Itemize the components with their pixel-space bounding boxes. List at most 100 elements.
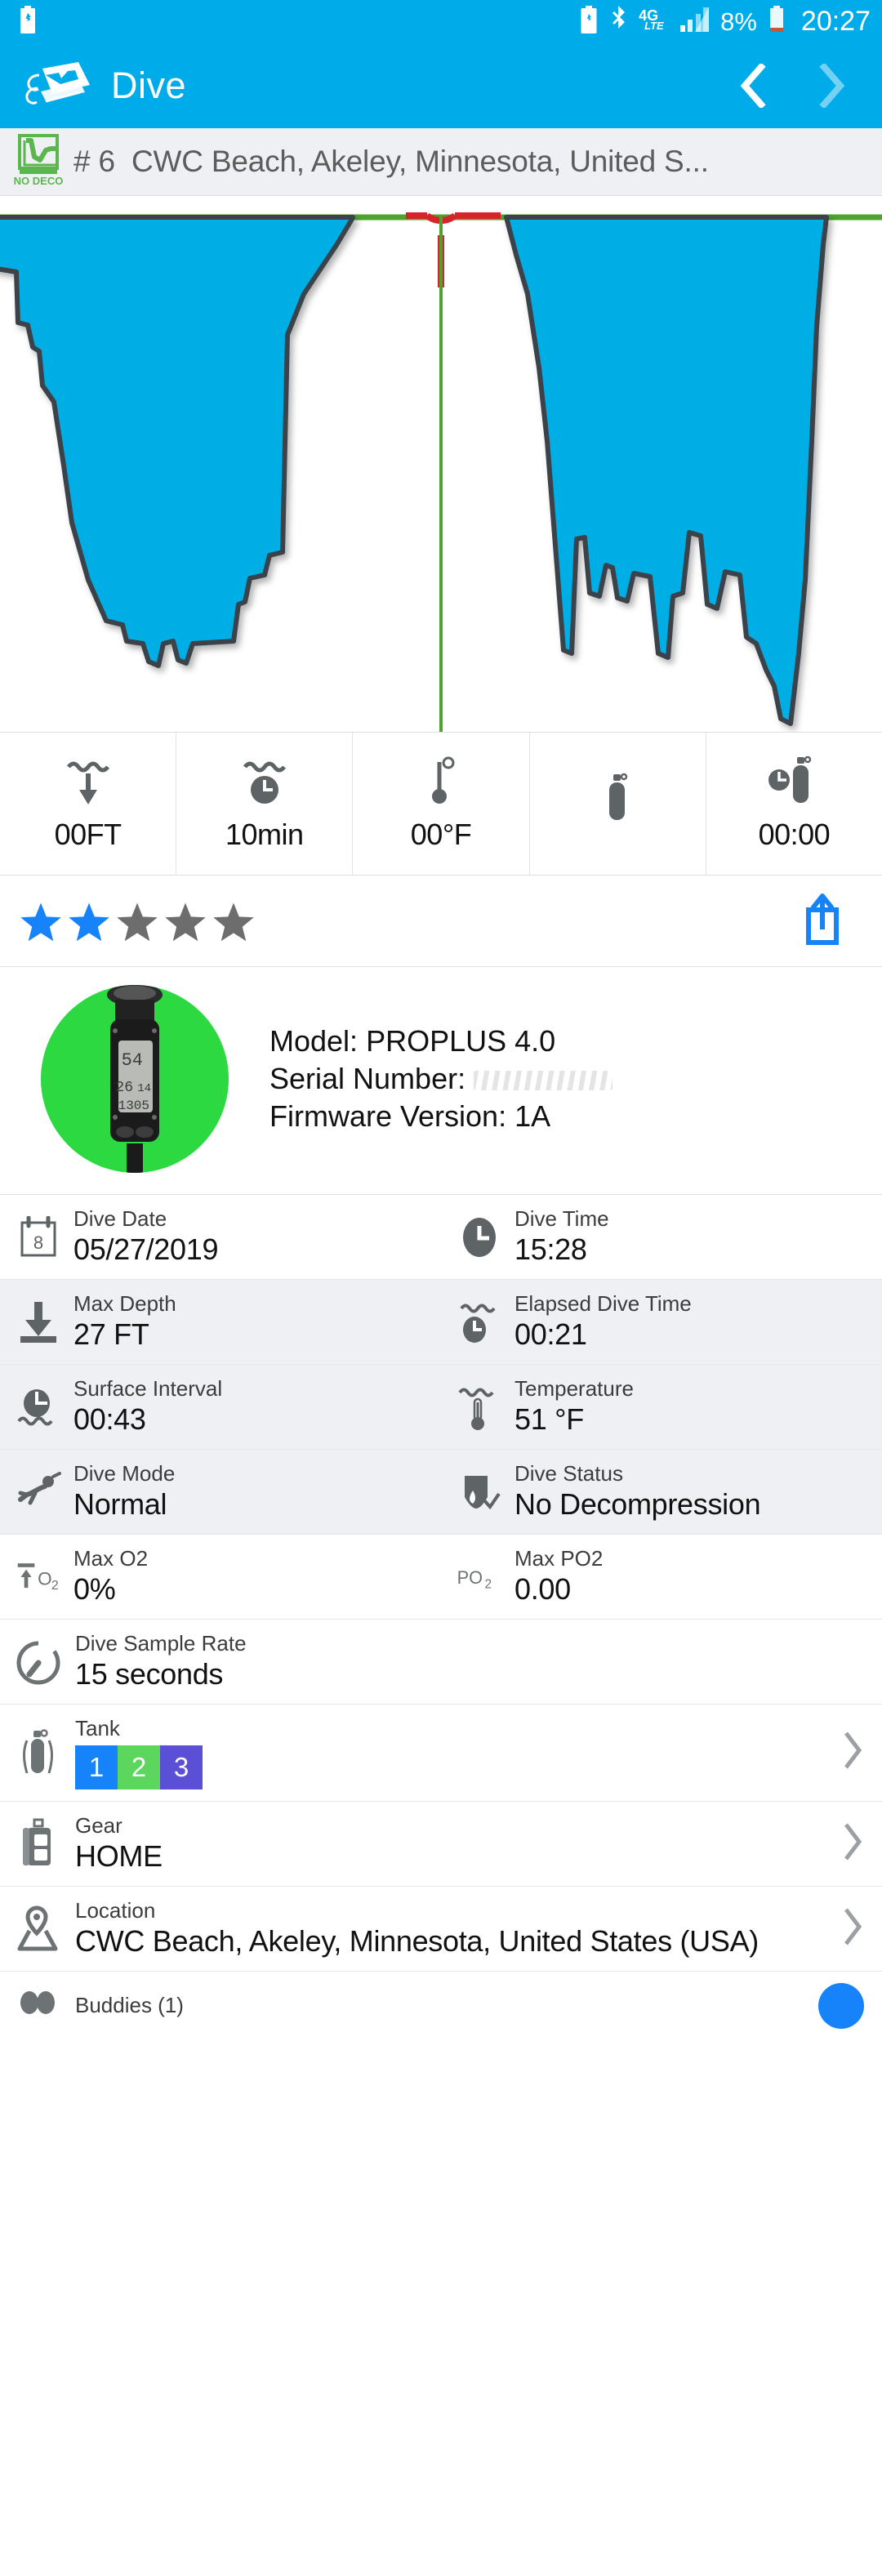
tank-badge-3[interactable]: 3	[160, 1745, 203, 1789]
detail-max-o2-value: 0%	[74, 1571, 116, 1606]
chevron-right-icon[interactable]	[841, 1730, 864, 1775]
detail-max-o2: O 2 Max O2 0%	[0, 1535, 441, 1619]
temperature-icon	[456, 1384, 503, 1430]
no-deco-badge-icon: NO DECO	[13, 132, 64, 192]
svg-text:2: 2	[484, 1577, 492, 1591]
location-row[interactable]: Location CWC Beach, Akeley, Minnesota, U…	[0, 1886, 882, 1972]
star-icon-5[interactable]	[211, 899, 256, 943]
device-card: 54 26 14 1305 Model: PROPLUS 4.0 Serial …	[0, 967, 882, 1195]
detail-dive-mode-label: Dive Mode	[74, 1461, 176, 1486]
star-icon-3[interactable]	[114, 899, 160, 943]
stat-max-depth: 00FT	[0, 733, 177, 875]
stat-temperature: 00°F	[353, 733, 530, 875]
detail-elapsed-time-label: Elapsed Dive Time	[514, 1291, 692, 1317]
temperature-icon	[423, 755, 459, 806]
dive-logbook-icon	[21, 59, 91, 113]
detail-dive-status-value: No Decompression	[514, 1486, 761, 1521]
signal-icon	[680, 7, 710, 36]
dive-sample-rate-label: Dive Sample Rate	[75, 1631, 247, 1656]
calendar-icon: 8	[15, 1215, 62, 1259]
detail-row-surface-temp: Surface Interval 00:43 Temperature 51 °F	[0, 1365, 882, 1450]
star-icon-4[interactable]	[163, 899, 208, 943]
detail-dive-mode: Dive Mode Normal	[0, 1450, 441, 1534]
detail-dive-date-value: 05/27/2019	[74, 1232, 219, 1266]
status-bar-right: 4G LTE 8% 20:27	[578, 5, 871, 38]
battery-saver-icon	[578, 5, 599, 38]
gear-label: Gear	[75, 1812, 122, 1838]
dive-title-bar[interactable]: NO DECO # 6 CWC Beach, Akeley, Minnesota…	[0, 128, 882, 196]
buddy-avatar[interactable]	[818, 1982, 864, 2029]
detail-dive-date-text: Dive Date 05/27/2019	[74, 1206, 218, 1268]
rating-row	[0, 876, 882, 967]
location-label: Location	[75, 1897, 156, 1923]
detail-max-po2-value: 0.00	[514, 1571, 571, 1606]
detail-row-mode-status: Dive Mode Normal Dive Status No Decompre…	[0, 1450, 882, 1535]
detail-max-po2-label: Max PO2	[514, 1546, 604, 1571]
tank-label: Tank	[75, 1716, 120, 1740]
detail-temperature-label: Temperature	[514, 1376, 634, 1402]
device-model-value: PROPLUS 4.0	[366, 1023, 556, 1058]
tank-body: Tank 1 2 3	[75, 1716, 828, 1789]
dive1-profile-area	[0, 215, 355, 668]
app-bar: Dive	[0, 42, 882, 128]
svg-text:NO DECO: NO DECO	[14, 175, 64, 187]
detail-row-o2-po2: O 2 Max O2 0% PO 2 Max PO2 0.00	[0, 1535, 882, 1620]
share-icon[interactable]	[799, 892, 846, 950]
detail-dive-time: Dive Time 15:28	[441, 1195, 882, 1279]
dive-site-label: CWC Beach, Akeley, Minnesota, United S..…	[131, 145, 709, 178]
buddies-row[interactable]: Buddies (1)	[0, 1971, 882, 2040]
svg-text:54: 54	[122, 1050, 143, 1071]
gear-bag-icon	[15, 1818, 62, 1869]
chevron-left-icon[interactable]	[738, 61, 766, 109]
detail-surface-interval: Surface Interval 00:43	[0, 1365, 441, 1449]
chevron-right-icon[interactable]	[841, 1906, 864, 1951]
rating-stars[interactable]	[18, 899, 256, 943]
location-body: Location CWC Beach, Akeley, Minnesota, U…	[75, 1898, 828, 1959]
star-icon-1[interactable]	[18, 899, 64, 943]
4g-lte-icon: 4G LTE	[639, 7, 664, 32]
tank-row[interactable]: Tank 1 2 3	[0, 1705, 882, 1802]
gear-row[interactable]: Gear HOME	[0, 1801, 882, 1887]
dive-profile-chart[interactable]	[0, 196, 882, 732]
dive2-profile-area	[504, 215, 829, 726]
battery-icon	[768, 5, 786, 38]
chevron-right-icon[interactable]	[841, 1821, 864, 1866]
detail-dive-mode-value: Normal	[74, 1486, 167, 1521]
dive-stats-strip: 00FT 10min 00°F 00:00	[0, 732, 882, 876]
buddies-icon	[15, 1990, 62, 2022]
device-firmware-label: Firmware Version:	[270, 1099, 507, 1134]
svg-text:2: 2	[51, 1578, 59, 1592]
dive-sample-rate-row: Dive Sample Rate 15 seconds	[0, 1620, 882, 1705]
stat-max-depth-value: 00FT	[54, 818, 122, 851]
elapsed-time-icon	[456, 1300, 503, 1344]
detail-max-depth: Max Depth 27 FT	[0, 1280, 441, 1364]
detail-temperature-text: Temperature 51 °F	[514, 1376, 634, 1437]
tank-badge-2[interactable]: 2	[118, 1745, 160, 1789]
stat-dive-time-value: 10min	[225, 818, 304, 851]
device-model-line: Model: PROPLUS 4.0	[270, 1023, 612, 1060]
battery-saver-icon	[18, 5, 38, 38]
detail-max-depth-label: Max Depth	[74, 1291, 176, 1317]
chevron-right-icon[interactable]	[818, 61, 846, 109]
detail-elapsed-time: Elapsed Dive Time 00:21	[441, 1280, 882, 1364]
device-serial-label: Serial Number:	[270, 1061, 466, 1095]
stat-tank-time: 00:00	[706, 733, 882, 875]
dive-title-text: # 6 CWC Beach, Akeley, Minnesota, United…	[74, 145, 709, 179]
dive-status-icon	[456, 1471, 503, 1513]
max-depth-icon	[64, 755, 113, 806]
gear-value: HOME	[75, 1838, 163, 1873]
detail-max-depth-value: 27 FT	[74, 1317, 149, 1351]
max-o2-icon: O 2	[15, 1558, 62, 1597]
stat-temperature-value: 00°F	[410, 818, 472, 851]
svg-text:26: 26	[115, 1080, 133, 1096]
detail-surface-interval-label: Surface Interval	[74, 1376, 223, 1402]
location-value: CWC Beach, Akeley, Minnesota, United Sta…	[75, 1923, 759, 1958]
detail-row-depth-elapsed: Max Depth 27 FT Elapsed Dive Time 00:21	[0, 1280, 882, 1365]
gear-body: Gear HOME	[75, 1813, 828, 1874]
po2-icon: PO 2	[456, 1558, 503, 1597]
bluetooth-icon	[610, 5, 628, 38]
tank-badge-1[interactable]: 1	[75, 1745, 118, 1789]
detail-dive-mode-text: Dive Mode Normal	[74, 1461, 175, 1522]
diver-icon	[15, 1471, 62, 1513]
star-icon-2[interactable]	[66, 899, 112, 943]
